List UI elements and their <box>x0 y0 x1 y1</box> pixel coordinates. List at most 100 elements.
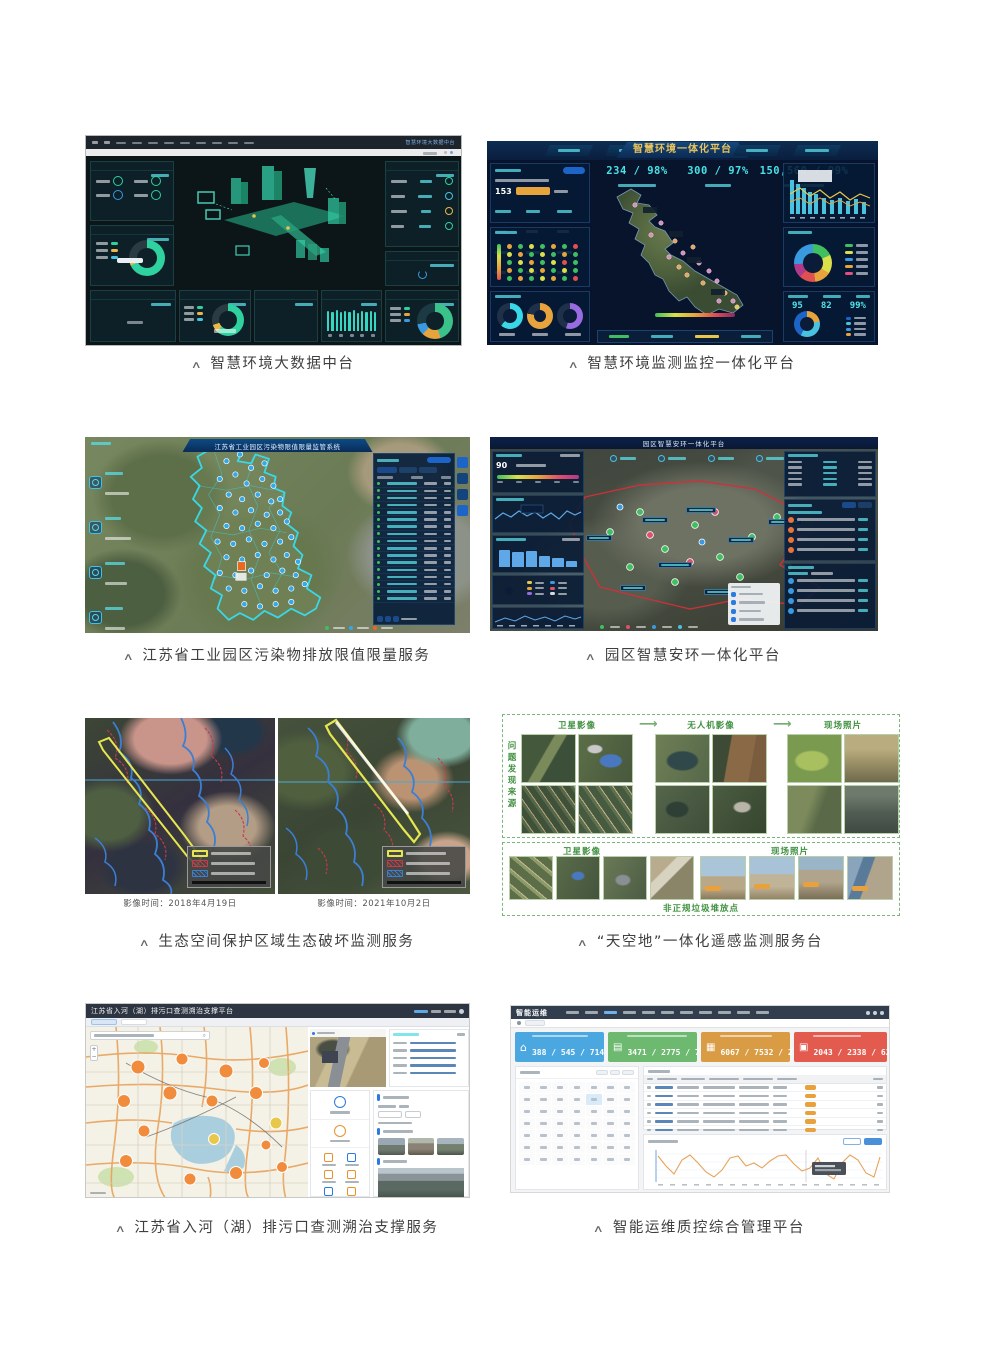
panel-stats-left <box>90 161 174 221</box>
street-map: ⌕ +− <box>86 1027 308 1197</box>
stat-badges <box>89 463 131 633</box>
chart-toggle-button <box>843 1138 861 1145</box>
caption-2: ∧智慧环境监测监控一体化平台 <box>487 352 878 373</box>
caret-icon: ∧ <box>567 360 580 371</box>
user-icon <box>880 1011 884 1015</box>
bar-line-chart <box>784 164 874 222</box>
table-rows <box>374 481 454 603</box>
satellite-image-grid <box>521 734 633 834</box>
stat-card-orange: ▦ 6067 / 7532 / 2201 <box>701 1032 790 1062</box>
stat-card-blue: ⌂ 388 / 545 / 714 <box>515 1032 604 1062</box>
screenshot-bigdata-dashboard: 智慧环境大数据中台 <box>85 135 462 346</box>
isometric-3d-scene <box>176 158 382 286</box>
trend-chart-panel <box>643 1134 887 1190</box>
layer-checkbox-panel <box>728 583 780 625</box>
status-badge <box>805 1085 816 1090</box>
file-icon: ▤ <box>613 1042 622 1053</box>
layers-icon <box>457 457 468 468</box>
platform-title: 智慧环境一体化平台 <box>617 142 749 158</box>
caret-icon: ∧ <box>190 360 203 371</box>
people-icon <box>457 505 468 516</box>
panel-dot-matrix <box>490 227 590 287</box>
panel-bar-chart <box>492 535 584 573</box>
stat-icon <box>89 476 102 489</box>
panel-stats-right <box>385 161 459 247</box>
search-icon: ⌕ <box>203 1032 206 1040</box>
task-rows <box>644 1084 886 1135</box>
panel-line-chart <box>492 495 584 533</box>
map-search-box: ⌕ <box>90 1031 210 1040</box>
stat-card-red: ▣ 2043 / 2338 / 629 <box>794 1032 887 1062</box>
device-icon <box>610 455 617 462</box>
problem-discovery-section: 问题发现来源 卫星影像 ⟶ 无人机影像 ⟶ 现场照片 <box>502 714 900 838</box>
province-map <box>591 183 777 331</box>
tools-icon-panel <box>310 1090 370 1197</box>
panel-water-quality: 95 82 99% <box>783 291 875 342</box>
caption-6: ∧“天空地”一体化遥感监测服务台 <box>500 930 902 951</box>
calendar-icon: ▣ <box>799 1042 808 1053</box>
map-title-banner: 江苏省工业园区污染物限值限量监管系统 <box>183 439 373 452</box>
panel-pie <box>492 575 584 605</box>
checkbox-icon <box>731 592 736 597</box>
dashboard1-toolbar <box>86 149 461 156</box>
line-chart <box>646 1148 886 1188</box>
chart-active-button <box>864 1138 882 1145</box>
group-title-photo: 现场照片 <box>787 719 899 731</box>
grid-icon <box>866 1011 870 1015</box>
user-icon <box>459 1009 464 1014</box>
jiangsu-map <box>145 441 375 631</box>
bottom-label: 非正规垃圾堆放点 <box>503 902 899 914</box>
dashboard1-menubar: 智慧环境大数据中台 <box>86 136 461 149</box>
caption-5: ∧生态空间保护区域生态破坏监测服务 <box>85 930 470 951</box>
data-table-panel <box>373 453 455 625</box>
group-title-satellite: 卫星影像 <box>521 719 633 731</box>
bottom-satellite-images <box>509 856 694 900</box>
screenshot-integrated-platform: 智慧环境一体化平台 234 / 98% 300 / 97% 150,560 / … <box>487 141 878 345</box>
caption-4: ∧园区智慧安环一体化平台 <box>490 644 878 665</box>
status-badge <box>805 1102 816 1107</box>
device-icon-row <box>610 455 784 462</box>
screenshot-safety-platform: 园区智慧安环一体化平台 90 <box>490 437 878 631</box>
satellite-image-before <box>85 718 275 894</box>
screenshot-park-map: 江苏省工业园区污染物限值限量监管系统 <box>85 437 470 633</box>
nav-tab <box>545 145 593 156</box>
panel-overview: 153 <box>490 163 590 223</box>
bell-icon <box>873 1011 877 1015</box>
home-icon: ⌂ <box>520 1041 527 1054</box>
side-label: 问题发现来源 <box>505 741 517 810</box>
site-photo-grid <box>787 734 899 834</box>
app-header: 江苏省入河（湖）排污口查测溯治支撑平台 <box>86 1004 469 1018</box>
aerial-photo-panel <box>310 1029 386 1087</box>
map-legend-box <box>382 846 466 888</box>
gauge-value-2: 82 <box>821 301 832 311</box>
drone-image-grid <box>655 734 767 834</box>
nav-tab <box>793 145 841 156</box>
panel-bottom-donut <box>179 290 251 342</box>
panel-bottom-3 <box>254 290 318 342</box>
status-badge <box>805 1111 816 1116</box>
photo-thumbnails <box>374 1137 468 1156</box>
detail-panel <box>373 1090 469 1197</box>
pollutant-dot-grid <box>507 244 578 281</box>
bottom-status-bar <box>597 330 773 343</box>
station-count: 153 <box>495 187 512 196</box>
refresh-icon <box>457 473 468 484</box>
panel-alarm-list-2 <box>784 563 876 629</box>
screenshot-satellite-comparison: 影像时间：2018年4月19日 影像时间：2021年10月2日 <box>85 718 470 914</box>
task-table-panel <box>643 1066 887 1130</box>
app-logo: 智能运维 <box>516 1008 548 1018</box>
app-title: 江苏省入河（湖）排污口查测溯治支撑平台 <box>91 1006 234 1016</box>
panel-bottom-1 <box>90 290 176 342</box>
panel-spark <box>385 251 459 286</box>
panel-trend-bottom <box>492 607 584 629</box>
map-legend <box>600 625 698 629</box>
status-badge <box>805 1128 816 1133</box>
caption-8: ∧智能运维质控综合管理平台 <box>510 1216 890 1237</box>
tool-icon-blue <box>334 1096 346 1108</box>
image-date-right: 影像时间：2021年10月2日 <box>278 897 470 909</box>
image-date-left: 影像时间：2018年4月19日 <box>85 897 275 909</box>
gauge-value-1: 95 <box>792 301 803 311</box>
water-icon <box>457 489 468 500</box>
calendar-grid <box>516 1079 638 1168</box>
screenshot-outfall-platform: 江苏省入河（湖）排污口查测溯治支撑平台 ⌕ +− <box>85 1003 470 1198</box>
